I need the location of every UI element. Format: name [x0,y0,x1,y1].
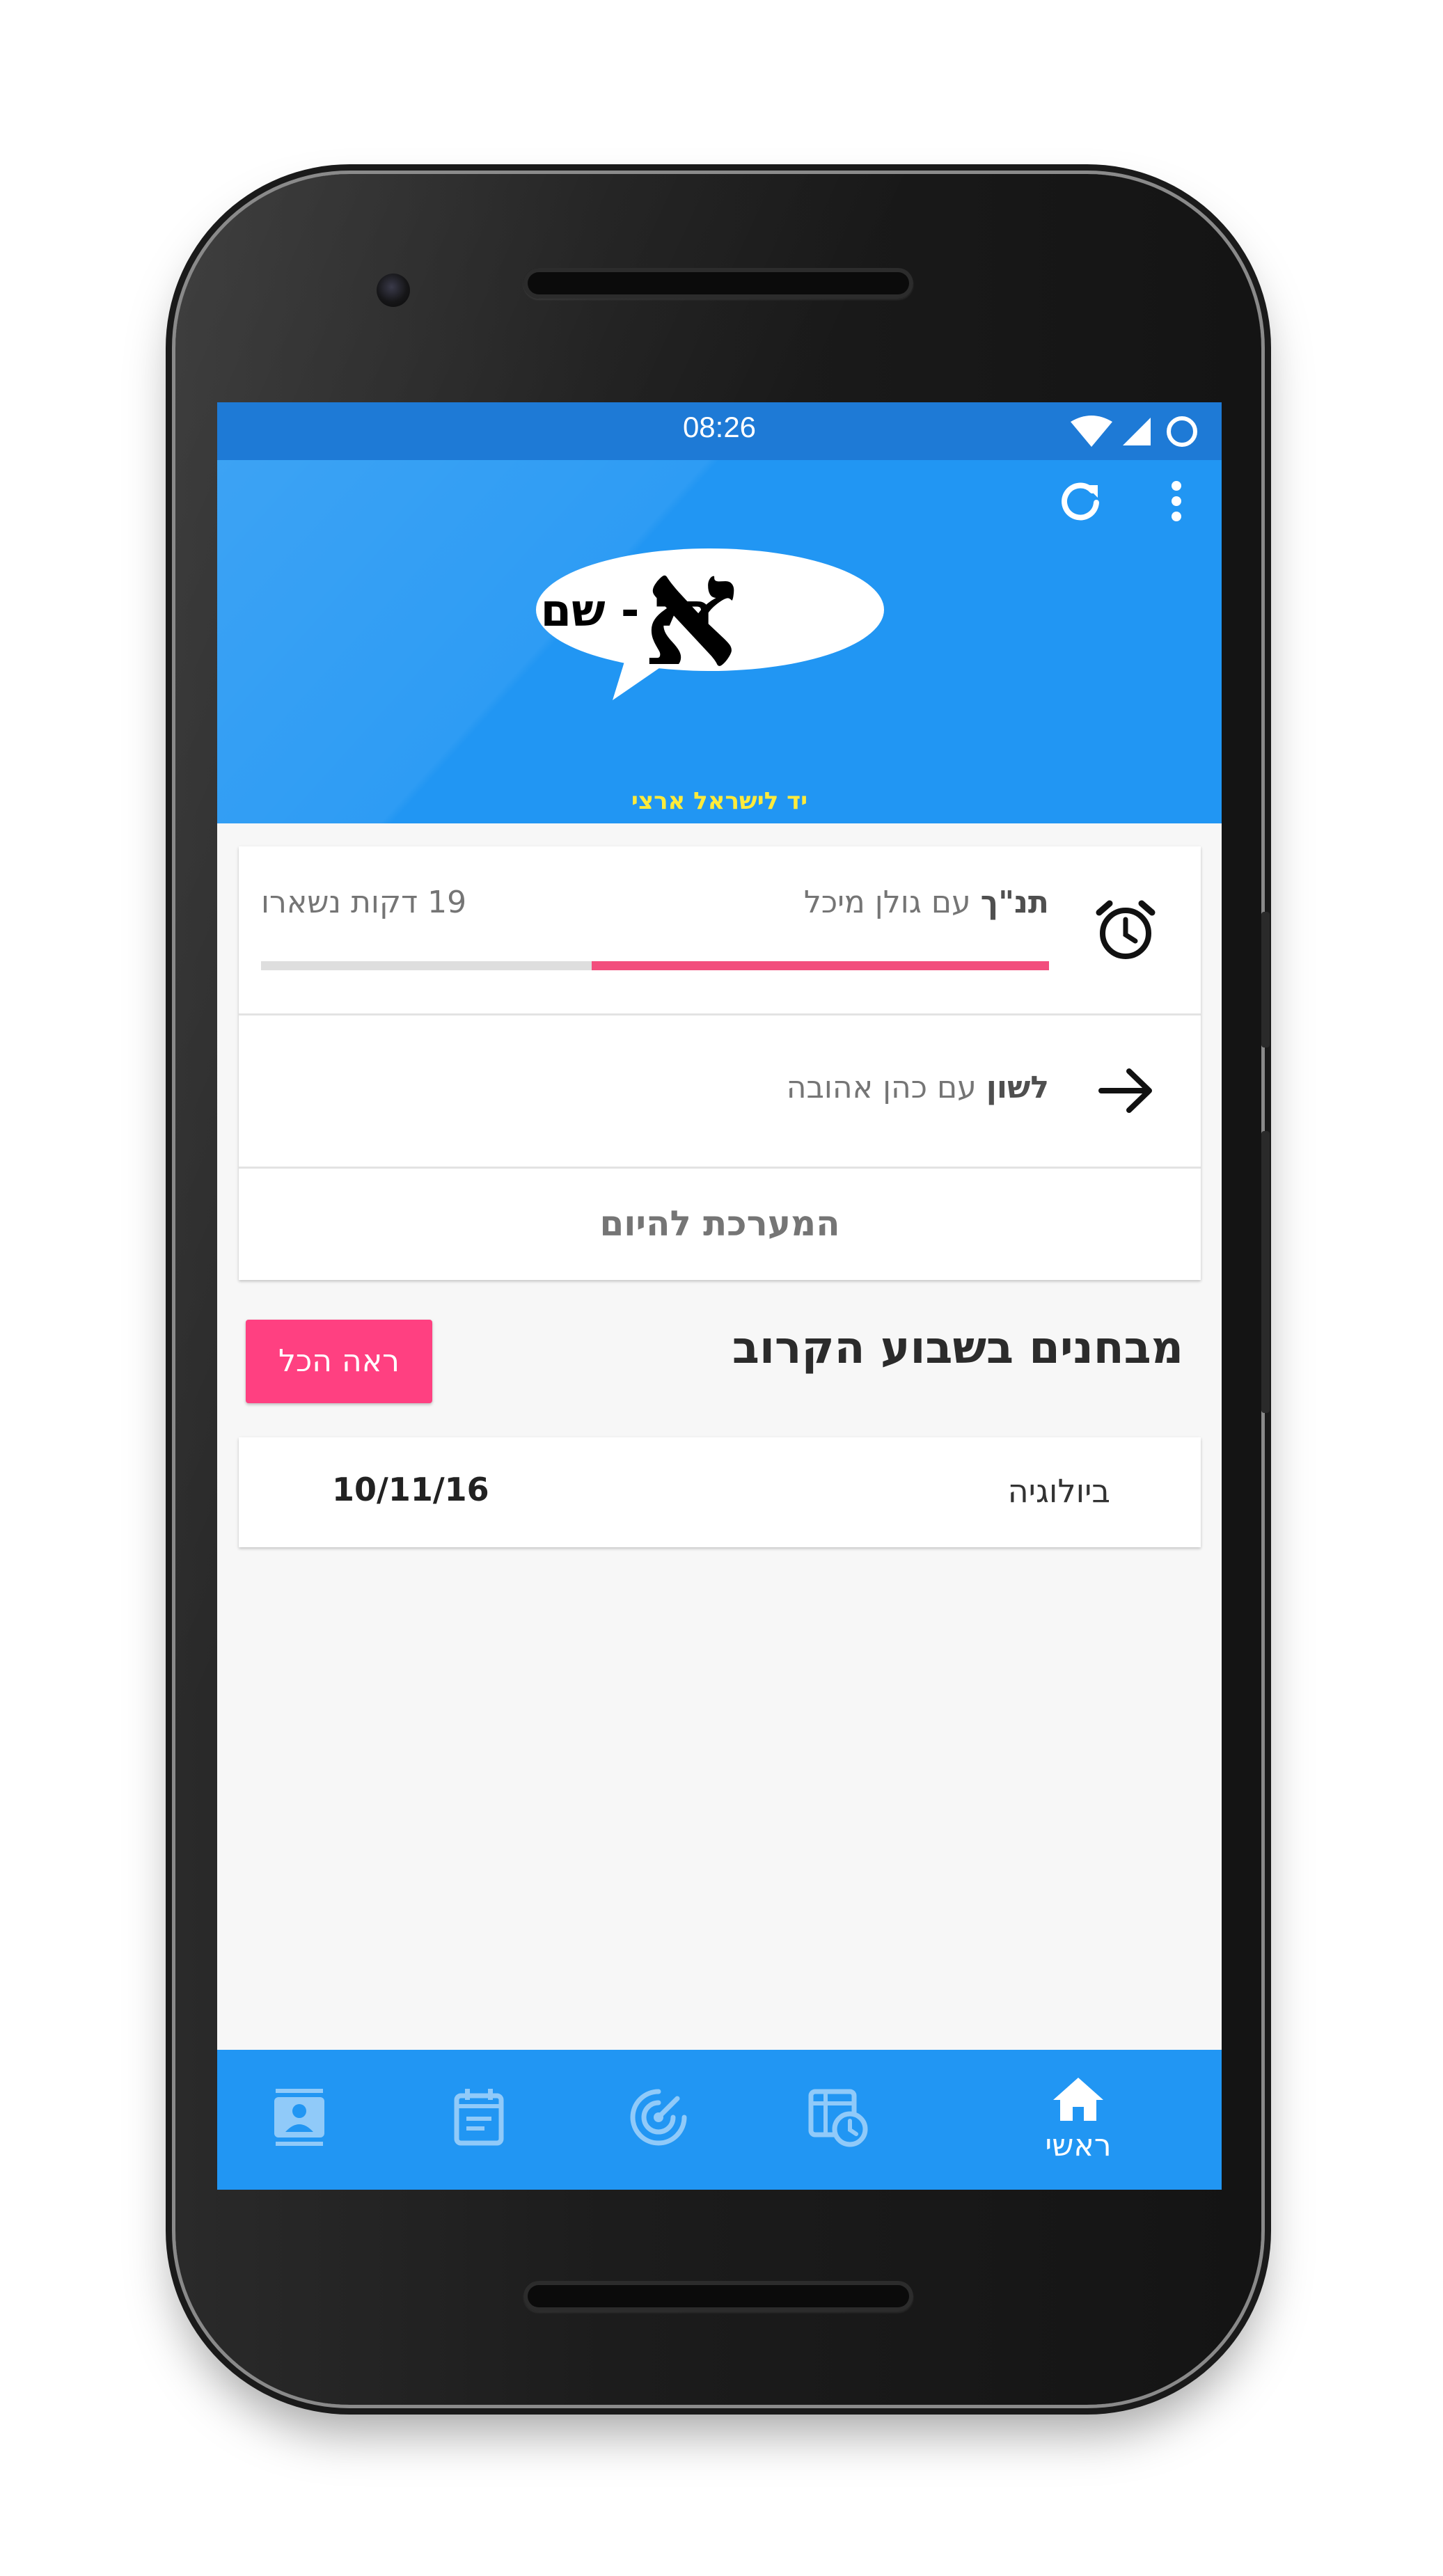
exam-date: 10/11/16 [332,1471,489,1508]
today-schedule-label: המערכת להיום [599,1203,840,1244]
battery-circle-icon [1167,416,1197,447]
current-teacher: עם גולן מיכל [803,885,971,920]
lesson-progress-fill [592,961,1049,970]
today-schedule-row[interactable]: המערכת להיום [239,1169,1201,1280]
alarm-clock-icon [1096,900,1156,959]
see-all-button[interactable]: ראה הכל [246,1320,432,1403]
exam-list-item[interactable]: ביולוגיה 10/11/16 [239,1437,1201,1547]
schedule-card: תנ"ך עם גולן מיכל 19 דקות נשארו לשון עם … [239,846,1201,1280]
arrow-forward-icon [1098,1068,1152,1113]
current-subject: תנ"ך [980,885,1049,920]
home-icon [1053,2078,1103,2121]
nav-timetable[interactable] [768,2050,908,2190]
current-lesson-row[interactable]: תנ"ך עם גולן מיכל 19 דקות נשארו [239,846,1201,1016]
nav-home-label: ראשי [1045,2128,1112,2163]
nav-events[interactable] [409,2050,549,2190]
radar-icon [630,2089,687,2146]
next-teacher: עם כהן אהובה [786,1070,977,1105]
more-vert-icon [1172,481,1181,521]
school-logo: א הל - שם [536,523,912,745]
nav-contacts[interactable] [230,2050,369,2190]
bottom-speaker [523,2281,913,2312]
refresh-icon [1062,482,1099,521]
nav-home[interactable]: ראשי [1009,2050,1148,2190]
top-speaker [523,268,913,299]
exam-subject: ביולוגיה [1007,1472,1110,1510]
volume-button [1261,1131,1270,1413]
contacts-icon [274,2089,324,2146]
overflow-menu-button[interactable] [1145,470,1208,532]
current-lesson-text: תנ"ך עם גולן מיכל [804,885,1049,920]
next-lesson-text: לשון עם כהן אהובה [787,1070,1049,1105]
app-bar: א הל - שם יד לישראל ארצי [217,460,1222,823]
front-camera [377,274,410,307]
refresh-button[interactable] [1049,470,1112,532]
logo-bubble: א הל - שם [536,523,884,700]
status-bar: 08:26 [217,402,1222,460]
bottom-navigation: ראשי [217,2050,1222,2190]
event-note-icon [454,2089,504,2146]
nav-radar[interactable] [589,2050,728,2190]
time-remaining: 19 דקות נשארו [261,885,467,920]
cell-signal-icon [1123,418,1151,445]
logo-main-text: הל - שם [541,585,713,637]
timetable-icon [808,2089,868,2147]
status-icons [1071,416,1197,447]
app-screen: 08:26 א הל - שם יד לישראל ארצי תנ"ך עם ג… [217,402,1222,2190]
next-lesson-row[interactable]: לשון עם כהן אהובה [239,1016,1201,1169]
logo-tagline: יד לישראל ארצי [631,787,808,815]
next-subject: לשון [986,1070,1049,1105]
power-button [1261,912,1270,1048]
lesson-progress-bar [261,961,1049,970]
wifi-icon [1071,416,1112,447]
upcoming-exams-title: מבחנים בשבוע הקרוב [732,1322,1183,1374]
